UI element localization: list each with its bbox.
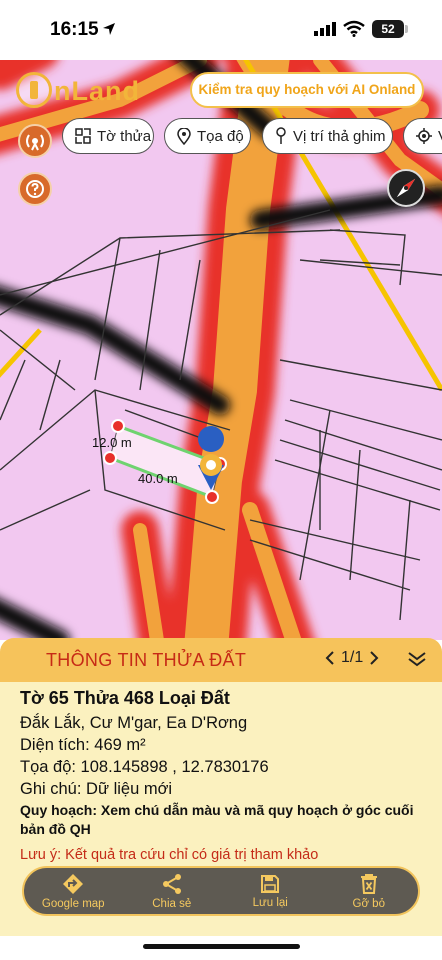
compass-button[interactable]: [387, 169, 425, 207]
chip-label: Vị trí thả ghim: [293, 127, 386, 145]
chip-label: Tờ thửa: [97, 127, 152, 145]
directions-icon: [63, 873, 84, 894]
logo-text: nLand: [54, 76, 140, 106]
chevron-left-icon[interactable]: [325, 651, 335, 665]
pager: 1/1: [325, 649, 379, 667]
parcel-area: Diện tích: 469 m²: [20, 736, 146, 754]
battery-tip: [405, 25, 408, 33]
ai-planning-search[interactable]: Kiểm tra quy hoạch với AI Onland: [190, 72, 424, 108]
gps-target-icon: [416, 128, 432, 144]
status-bar: 16:15 52: [0, 0, 442, 60]
status-time: 16:15: [50, 19, 99, 40]
help-button[interactable]: [18, 172, 52, 206]
onland-logo: nLand: [16, 70, 146, 110]
parcel-icon: [75, 128, 91, 144]
save-icon: [261, 874, 280, 893]
share-button[interactable]: Chia sẻ: [123, 868, 222, 914]
action-bar: Google map Chia sẻ Lưu lại Gỡ bỏ: [22, 866, 420, 916]
chip-label: V: [438, 128, 442, 145]
parcel-planning: Quy hoạch: Xem chú dẫn màu và mã quy hoạ…: [20, 802, 414, 837]
radar-button[interactable]: [18, 124, 52, 158]
parcel-note: Ghi chú: Dữ liệu mới: [20, 780, 173, 798]
compass-icon: [396, 178, 416, 198]
chip-drop-pin[interactable]: Vị trí thả ghim: [262, 118, 393, 154]
panel-title: THÔNG TIN THỬA ĐẤT: [46, 650, 247, 670]
radar-icon: [26, 134, 44, 151]
parcel-width-label: 12.0 m: [92, 435, 132, 450]
chevron-right-icon[interactable]: [369, 651, 379, 665]
disclaimer: Lưu ý: Kết quả tra cứu chỉ có giá trị th…: [20, 847, 319, 863]
action-label: Google map: [41, 897, 105, 910]
help-icon: [26, 180, 44, 198]
share-icon: [162, 873, 181, 894]
chip-gps[interactable]: V: [403, 118, 442, 154]
action-label: Lưu lại: [252, 896, 288, 909]
parcel-info: Tờ 65 Thửa 468 Loại Đất Đắk Lắk, Cư M'ga…: [20, 688, 430, 863]
collapse-panel-icon[interactable]: [407, 651, 427, 667]
remove-button[interactable]: Gỡ bỏ: [320, 868, 419, 914]
map-view[interactable]: nLand Kiểm tra quy hoạch với AI Onland T…: [0, 60, 442, 640]
parcel-coordinates: Tọa độ: 108.145898 , 12.7830176: [20, 758, 269, 776]
pager-count: 1/1: [341, 649, 364, 666]
action-label: Gỡ bỏ: [352, 897, 385, 910]
chip-label: Tọa độ: [197, 127, 244, 145]
parcel-location: Đắk Lắk, Cư M'gar, Ea D'Rơng: [20, 714, 248, 732]
chip-coordinates[interactable]: Tọa độ: [164, 118, 251, 154]
parcel-length-label: 40.0 m: [138, 471, 178, 486]
cellular-signal-icon: [314, 22, 336, 36]
battery-icon: 52: [372, 20, 404, 38]
chip-parcel[interactable]: Tờ thửa: [62, 118, 154, 154]
parcel-info-header: THÔNG TIN THỬA ĐẤT 1/1: [0, 638, 442, 682]
drop-pin-icon: [276, 127, 286, 144]
save-button[interactable]: Lưu lại: [221, 868, 320, 914]
delete-icon: [360, 873, 377, 894]
home-indicator[interactable]: [143, 944, 300, 949]
logo-ring-icon: [16, 72, 52, 108]
location-pin-icon: [177, 127, 191, 145]
wifi-icon: [343, 20, 365, 37]
google-map-button[interactable]: Google map: [24, 868, 123, 914]
action-label: Chia sẻ: [152, 897, 192, 910]
parcel-heading: Tờ 65 Thửa 468 Loại Đất: [20, 688, 230, 708]
location-arrow-icon: [103, 23, 115, 35]
